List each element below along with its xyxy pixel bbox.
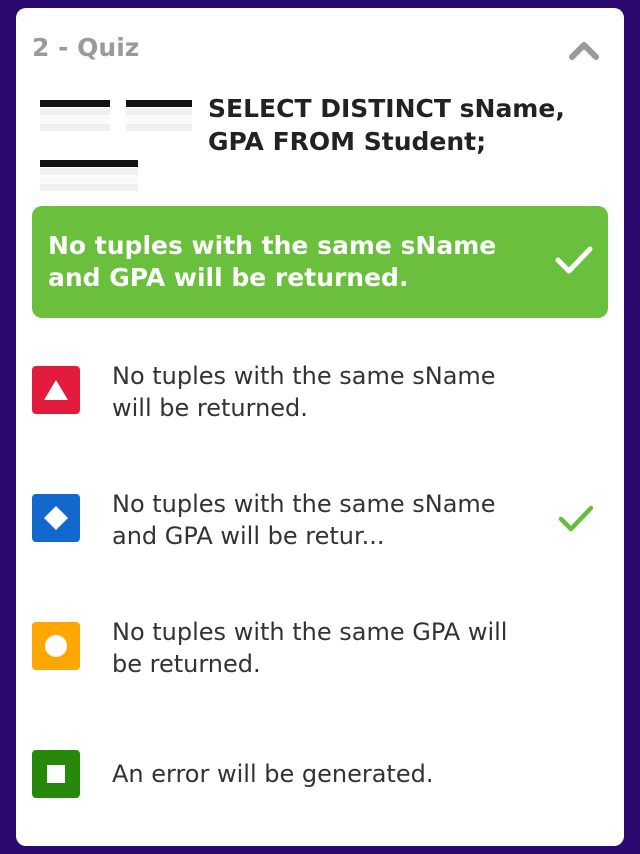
quiz-card: 2 - Quiz SELECT DISTINCT sName, GPA FROM…	[16, 8, 624, 846]
answer-option-diamond[interactable]: No tuples with the same sName and GPA wi…	[32, 488, 608, 560]
triangle-icon	[32, 366, 80, 414]
question-image	[32, 88, 192, 198]
answer-option-text: An error will be generated.	[112, 760, 434, 788]
answer-option-circle[interactable]: No tuples with the same GPA will be retu…	[32, 616, 608, 688]
checkmark-icon	[558, 504, 594, 534]
diamond-icon	[32, 494, 80, 542]
circle-icon	[32, 622, 80, 670]
checkmark-icon	[554, 244, 594, 276]
answer-option-text: No tuples with the same sName will be re…	[112, 362, 496, 422]
answer-option-text: No tuples with the same GPA will be retu…	[112, 618, 508, 678]
answer-option-triangle[interactable]: No tuples with the same sName will be re…	[32, 360, 608, 432]
correct-answer-banner: No tuples with the same sName and GPA wi…	[32, 206, 608, 318]
answer-option-square[interactable]: An error will be generated.	[32, 750, 608, 798]
correct-answer-text: No tuples with the same sName and GPA wi…	[48, 231, 497, 292]
answer-option-text: No tuples with the same sName and GPA wi…	[112, 490, 496, 550]
quiz-header: 2 - Quiz	[32, 30, 608, 70]
square-icon	[32, 750, 80, 798]
question-text: SELECT DISTINCT sName, GPA FROM Student;	[208, 94, 565, 156]
chevron-up-icon[interactable]	[568, 38, 600, 62]
quiz-title: 2 - Quiz	[32, 33, 140, 62]
question-area: SELECT DISTINCT sName, GPA FROM Student;	[32, 88, 608, 198]
